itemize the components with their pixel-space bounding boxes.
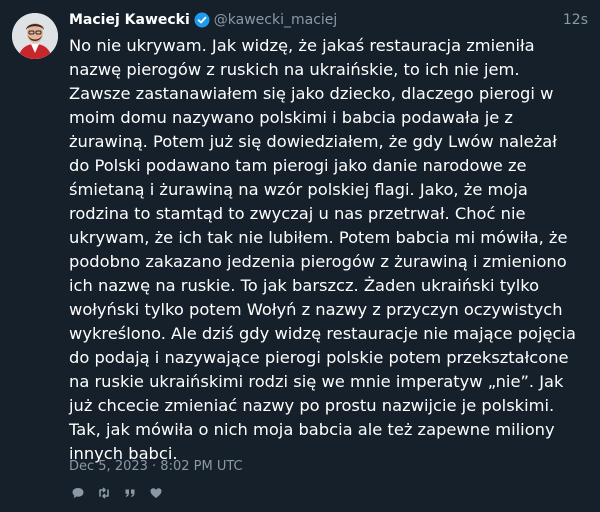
- like-icon[interactable]: [147, 484, 165, 502]
- tweet-text-line: rodzina to stamtąd to zwyczaj u nas prze…: [69, 204, 526, 223]
- tweet-text-line: Tak, jak mówiła o nich moja babcia ale t…: [69, 420, 555, 439]
- tweet-text-line: na ruskie ukraińskimi rodzi się we mnie …: [69, 372, 564, 391]
- tweet-text-line: wołyński tylko potem Wołyń z nazwy z prz…: [69, 300, 563, 319]
- tweet-text-line: moim domu nazywano polskimi i babcia pod…: [69, 108, 513, 127]
- tweet-text-line: wykreślono. Ale dziś gdy widzę restaurac…: [69, 324, 577, 343]
- author-handle[interactable]: @kawecki_maciej: [214, 12, 338, 28]
- tweet-text-line: nazwę pierogów z ruskich na ukraińskie, …: [69, 60, 520, 79]
- tweet-text: No nie ukrywam. Jak widzę, że jakaś rest…: [69, 34, 589, 466]
- tweet-text-line: śmietaną i żurawiną na wzór polskiej fla…: [69, 180, 528, 199]
- tweet-text-line: ich nazwę na ruskie. To jak barszcz. Żad…: [69, 276, 540, 295]
- tweet-actions: [69, 484, 173, 502]
- tweet-card: Maciej Kawecki @kawecki_maciej 12s No ni…: [0, 0, 600, 512]
- tweet-text-line: No nie ukrywam. Jak widzę, że jakaś rest…: [69, 36, 535, 55]
- verified-badge-icon: [194, 12, 210, 28]
- tweet-timestamp[interactable]: Dec 5, 2023 · 8:02 PM UTC: [69, 459, 243, 474]
- reply-icon[interactable]: [69, 484, 87, 502]
- tweet-text-line: Zawsze zastanawiałem się jako dziecko, d…: [69, 84, 554, 103]
- relative-time[interactable]: 12s: [563, 12, 588, 28]
- tweet-text-line: żurawiną. Potem już się dowiedziałem, że…: [69, 132, 557, 151]
- avatar-icon: [12, 13, 58, 59]
- quote-icon[interactable]: [121, 484, 139, 502]
- tweet-text-line: podobno zakazano jedzenia pierogów z żur…: [69, 252, 567, 271]
- avatar[interactable]: [12, 13, 58, 59]
- tweet-header: Maciej Kawecki @kawecki_maciej 12s: [69, 10, 588, 30]
- tweet-text-line: ukrywam, że ich tak nie lubiłem. Potem b…: [69, 228, 568, 247]
- tweet-text-line: już chcecie zmieniać nazwy po prostu naz…: [69, 396, 555, 415]
- retweet-icon[interactable]: [95, 484, 113, 502]
- tweet-text-line: do Polski podawano tam pierogi jako dani…: [69, 156, 527, 175]
- author-name[interactable]: Maciej Kawecki: [69, 12, 190, 28]
- tweet-text-line: do podają i nazywające pierogi polskie p…: [69, 348, 569, 367]
